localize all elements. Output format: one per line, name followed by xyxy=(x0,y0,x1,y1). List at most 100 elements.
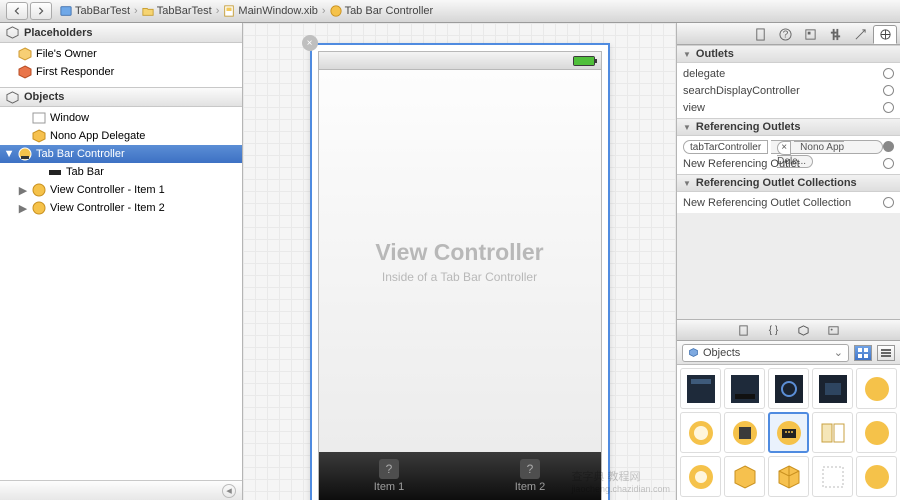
library-item[interactable] xyxy=(856,368,897,409)
list-view-button[interactable] xyxy=(877,345,895,361)
disclosure-down-icon: ▼ xyxy=(683,123,691,132)
library-grid xyxy=(677,365,900,500)
identity-inspector-tab[interactable] xyxy=(798,25,822,44)
cube-icon xyxy=(18,47,32,61)
remove-connection-icon[interactable]: × xyxy=(777,141,791,155)
connection-row[interactable]: tabTarController ×Nono App Dele... xyxy=(683,138,894,155)
close-icon[interactable]: × xyxy=(302,35,318,51)
tabbar-icon xyxy=(48,165,62,179)
outline-item-app-delegate[interactable]: Nono App Delegate xyxy=(0,127,242,145)
nav-forward-button[interactable] xyxy=(30,2,52,20)
object-library-tab[interactable] xyxy=(791,322,817,338)
library-item[interactable] xyxy=(812,412,853,453)
library-item[interactable] xyxy=(724,412,765,453)
connection-socket-icon[interactable] xyxy=(883,85,894,96)
library-item[interactable] xyxy=(768,456,809,497)
new-referencing-outlet[interactable]: New Referencing Outlet xyxy=(683,155,894,172)
library-item[interactable] xyxy=(768,412,809,453)
outlet-row-delegate[interactable]: delegate xyxy=(683,65,894,82)
outline-item-tab-bar-controller[interactable]: ▼ Tab Bar Controller xyxy=(0,145,242,163)
controller-icon xyxy=(330,5,342,17)
folder-icon xyxy=(142,5,154,17)
outline-item-first-responder[interactable]: First Responder xyxy=(0,63,242,81)
chevron-updown-icon: ⌄ xyxy=(834,346,843,359)
filter-label: Objects xyxy=(703,347,740,359)
outline-item-window[interactable]: Window xyxy=(0,109,242,127)
library-item[interactable] xyxy=(856,412,897,453)
library-tabs: { } xyxy=(677,319,900,341)
referencing-collections-header[interactable]: ▼ Referencing Outlet Collections xyxy=(677,174,900,192)
svg-text:?: ? xyxy=(782,29,788,40)
view-placeholder: View Controller Inside of a Tab Bar Cont… xyxy=(319,70,601,452)
device-frame[interactable]: × View Controller Inside of a Tab Bar Co… xyxy=(310,43,610,500)
media-library-tab[interactable] xyxy=(821,322,847,338)
connection-socket-icon[interactable] xyxy=(883,102,894,113)
outline-label: First Responder xyxy=(36,66,114,78)
library-item[interactable] xyxy=(856,456,897,497)
cube-icon xyxy=(688,347,699,358)
section-title: Referencing Outlets xyxy=(696,121,801,133)
disclosure-right-icon[interactable]: ▶ xyxy=(18,202,28,215)
connection-socket-filled-icon[interactable] xyxy=(883,141,894,152)
tab-controller-icon xyxy=(18,147,32,161)
outlet-row-search-display[interactable]: searchDisplayController xyxy=(683,82,894,99)
breadcrumb: TabBarTest › TabBarTest › MainWindow.xib… xyxy=(60,5,433,17)
new-referencing-collection[interactable]: New Referencing Outlet Collection xyxy=(683,194,894,211)
library-item[interactable] xyxy=(812,456,853,497)
connection-socket-icon[interactable] xyxy=(883,68,894,79)
placeholder-subtitle: Inside of a Tab Bar Controller xyxy=(382,270,537,284)
tab-bar-item-1[interactable]: ? Item 1 xyxy=(319,452,460,500)
outline-item-view-controller-1[interactable]: ▶ View Controller - Item 1 xyxy=(0,181,242,199)
breadcrumb-item[interactable]: MainWindow.xib xyxy=(223,5,317,17)
library-item[interactable] xyxy=(680,456,721,497)
file-template-tab[interactable] xyxy=(731,322,757,338)
connection-socket-icon[interactable] xyxy=(883,158,894,169)
cube-icon xyxy=(6,26,19,39)
file-inspector-tab[interactable] xyxy=(748,25,772,44)
outline-label: View Controller - Item 1 xyxy=(50,184,165,196)
outline-item-tab-bar[interactable]: Tab Bar xyxy=(0,163,242,181)
library-filter-select[interactable]: Objects ⌄ xyxy=(682,344,849,362)
code-snippet-tab[interactable]: { } xyxy=(761,322,787,338)
outline-label: Tab Bar Controller xyxy=(36,148,125,160)
library-item[interactable] xyxy=(812,368,853,409)
connections-inspector-tab[interactable] xyxy=(873,25,897,44)
library-item[interactable] xyxy=(724,456,765,497)
outlet-row-view[interactable]: view xyxy=(683,99,894,116)
outlet-name: view xyxy=(683,102,705,114)
outlet-name: New Referencing Outlet Collection xyxy=(683,197,851,209)
outline-item-view-controller-2[interactable]: ▶ View Controller - Item 2 xyxy=(0,199,242,217)
canvas[interactable]: × View Controller Inside of a Tab Bar Co… xyxy=(243,23,676,500)
outlets-section-header[interactable]: ▼ Outlets xyxy=(677,45,900,63)
outline-item-files-owner[interactable]: File's Owner xyxy=(0,45,242,63)
disclosure-down-icon: ▼ xyxy=(683,179,691,188)
breadcrumb-item[interactable]: TabBarTest xyxy=(60,5,130,17)
xib-icon xyxy=(223,5,235,17)
tab-bar-item-2[interactable]: ? Item 2 xyxy=(460,452,601,500)
library-filter-bar: Objects ⌄ xyxy=(677,341,900,365)
disclosure-right-icon[interactable]: ▶ xyxy=(18,184,28,197)
size-inspector-tab[interactable] xyxy=(848,25,872,44)
attributes-inspector-tab[interactable] xyxy=(823,25,847,44)
chevron-right-icon: › xyxy=(134,5,138,17)
nav-back-button[interactable] xyxy=(6,2,28,20)
help-inspector-tab[interactable]: ? xyxy=(773,25,797,44)
outlet-name: searchDisplayController xyxy=(683,85,800,97)
placeholders-header: Placeholders xyxy=(0,23,242,43)
library-item[interactable] xyxy=(724,368,765,409)
library-item[interactable] xyxy=(680,412,721,453)
library-item[interactable] xyxy=(768,368,809,409)
collapse-icon[interactable]: ◂ xyxy=(222,484,236,498)
outline-footer: ◂ xyxy=(0,480,242,500)
breadcrumb-label: TabBarTest xyxy=(75,5,130,17)
connection-socket-icon[interactable] xyxy=(883,197,894,208)
grid-view-button[interactable] xyxy=(854,345,872,361)
library-item[interactable] xyxy=(680,368,721,409)
disclosure-down-icon[interactable]: ▼ xyxy=(4,148,14,160)
cube-icon xyxy=(6,91,19,104)
breadcrumb-item[interactable]: TabBarTest xyxy=(142,5,212,17)
breadcrumb-item[interactable]: Tab Bar Controller xyxy=(330,5,434,17)
outline-label: View Controller - Item 2 xyxy=(50,202,165,214)
referencing-outlets-header[interactable]: ▼ Referencing Outlets xyxy=(677,118,900,136)
objects-header: Objects xyxy=(0,87,242,107)
